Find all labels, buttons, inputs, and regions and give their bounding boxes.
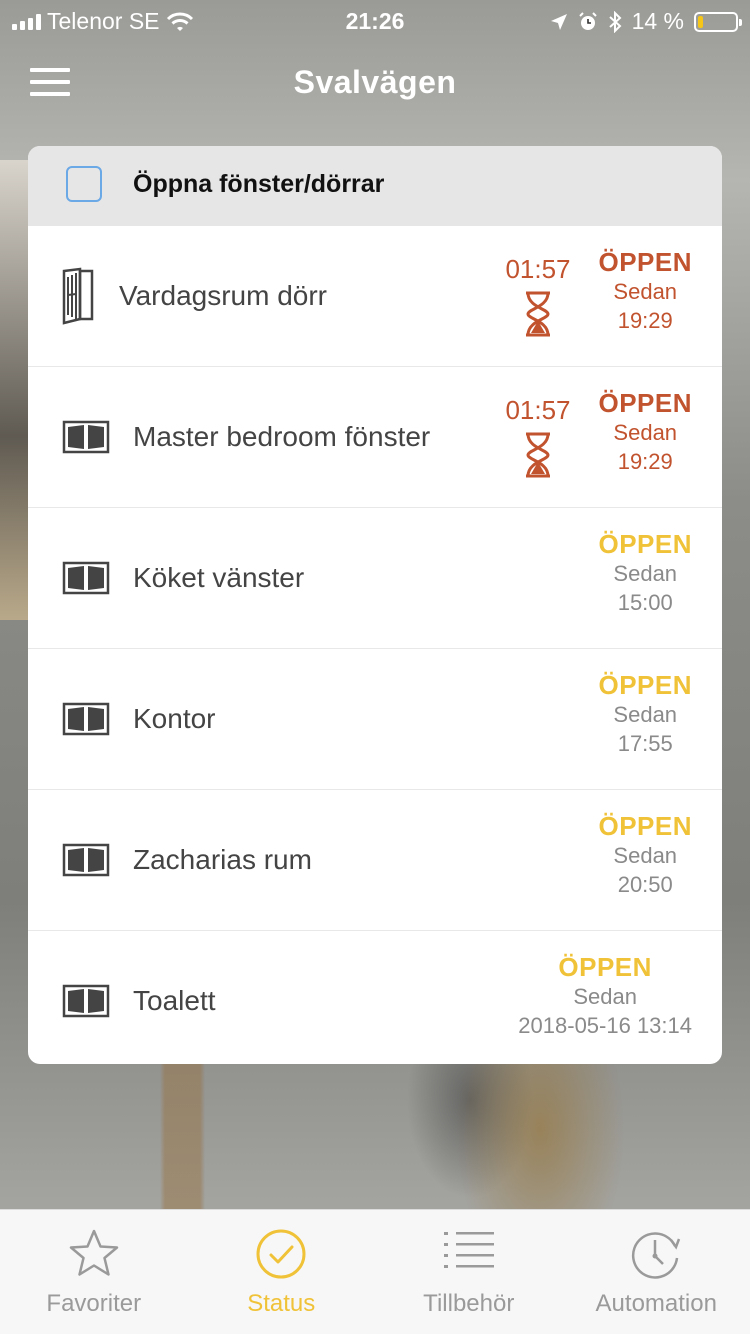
navigation-bar: Svalvägen (0, 52, 750, 112)
page-title: Svalvägen (293, 64, 457, 100)
since-label: Sedan (613, 561, 678, 586)
card-title: Öppna fönster/dörrar (133, 170, 385, 198)
tab-label: Favoriter (46, 1290, 142, 1317)
countdown-timer: 01:57 (498, 254, 578, 337)
location-arrow-icon (550, 13, 567, 30)
since-time: 2018-05-16 13:14 (518, 1013, 692, 1038)
item-name: Toalett (133, 985, 216, 1016)
status-label: ÖPPEN (598, 388, 692, 418)
star-icon (69, 1229, 118, 1276)
open-windows-doors-card: Öppna fönster/dörrar Vardagsrum dörr 01:… (28, 146, 722, 1064)
countdown-timer: 01:57 (498, 395, 578, 478)
window-icon (62, 561, 110, 595)
bluetooth-icon (608, 10, 622, 33)
list-item[interactable]: Zacharias rum ÖPPEN Sedan 20:50 (28, 790, 722, 931)
tab-tillbehor[interactable]: Tillbehör (375, 1210, 563, 1334)
item-name: Kontor (133, 703, 216, 734)
tab-label: Tillbehör (423, 1290, 515, 1317)
window-icon (62, 702, 110, 736)
tab-label: Status (247, 1290, 316, 1317)
item-name: Zacharias rum (133, 844, 312, 875)
check-circle-icon (256, 1229, 306, 1279)
status-label: ÖPPEN (598, 811, 692, 841)
item-name: Köket vänster (133, 562, 305, 593)
since-label: Sedan (613, 420, 678, 445)
since-label: Sedan (613, 279, 678, 304)
status-block: ÖPPEN Sedan 19:29 (598, 248, 692, 335)
clock-icon (632, 1232, 681, 1279)
status-block: ÖPPEN Sedan 20:50 (598, 812, 692, 899)
item-name: Vardagsrum dörr (119, 280, 328, 311)
since-label: Sedan (613, 702, 678, 727)
timer-value: 01:57 (505, 395, 571, 425)
select-all-checkbox[interactable] (66, 166, 102, 202)
list-icon (443, 1232, 494, 1268)
status-label: ÖPPEN (598, 247, 692, 277)
tab-label: Automation (595, 1290, 717, 1317)
tab-bar: Favoriter Status Tillbehör Automation (0, 1209, 750, 1334)
item-name: Master bedroom fönster (133, 421, 431, 452)
door-icon (62, 267, 94, 325)
window-icon (62, 984, 110, 1018)
timer-value: 01:57 (505, 254, 571, 284)
status-block: ÖPPEN Sedan 2018-05-16 13:14 (518, 953, 692, 1040)
status-label: ÖPPEN (598, 529, 692, 559)
list-item[interactable]: Vardagsrum dörr 01:57 ÖPPEN Sedan 19:29 (28, 226, 722, 367)
list-item[interactable]: Köket vänster ÖPPEN Sedan 15:00 (28, 508, 722, 649)
list-item[interactable]: Kontor ÖPPEN Sedan 17:55 (28, 649, 722, 790)
tab-automation[interactable]: Automation (563, 1210, 750, 1334)
hourglass-icon (526, 432, 550, 478)
since-time: 17:55 (617, 731, 673, 756)
status-bar: Telenor SE 21:26 14 % (0, 0, 750, 40)
card-header: Öppna fönster/dörrar (28, 146, 722, 226)
window-icon (62, 843, 110, 877)
list-item[interactable]: Toalett ÖPPEN Sedan 2018-05-16 13:14 (28, 931, 722, 1064)
since-label: Sedan (573, 984, 637, 1009)
status-block: ÖPPEN Sedan 17:55 (598, 671, 692, 758)
tab-status[interactable]: Status (188, 1210, 376, 1334)
status-label: ÖPPEN (598, 670, 692, 700)
status-label: ÖPPEN (558, 952, 652, 982)
status-block: ÖPPEN Sedan 19:29 (598, 389, 692, 476)
window-icon (62, 420, 110, 454)
battery-icon (694, 11, 742, 32)
hourglass-icon (526, 291, 550, 337)
since-label: Sedan (613, 843, 678, 868)
since-time: 19:29 (617, 308, 673, 333)
list-item[interactable]: Master bedroom fönster 01:57 ÖPPEN Sedan… (28, 367, 722, 508)
since-time: 15:00 (617, 590, 673, 615)
battery-percent: 14 % (631, 8, 684, 34)
since-time: 20:50 (617, 872, 673, 897)
tab-favoriter[interactable]: Favoriter (0, 1210, 188, 1334)
since-time: 19:29 (617, 449, 673, 474)
status-block: ÖPPEN Sedan 15:00 (598, 530, 692, 617)
alarm-icon (578, 11, 597, 30)
